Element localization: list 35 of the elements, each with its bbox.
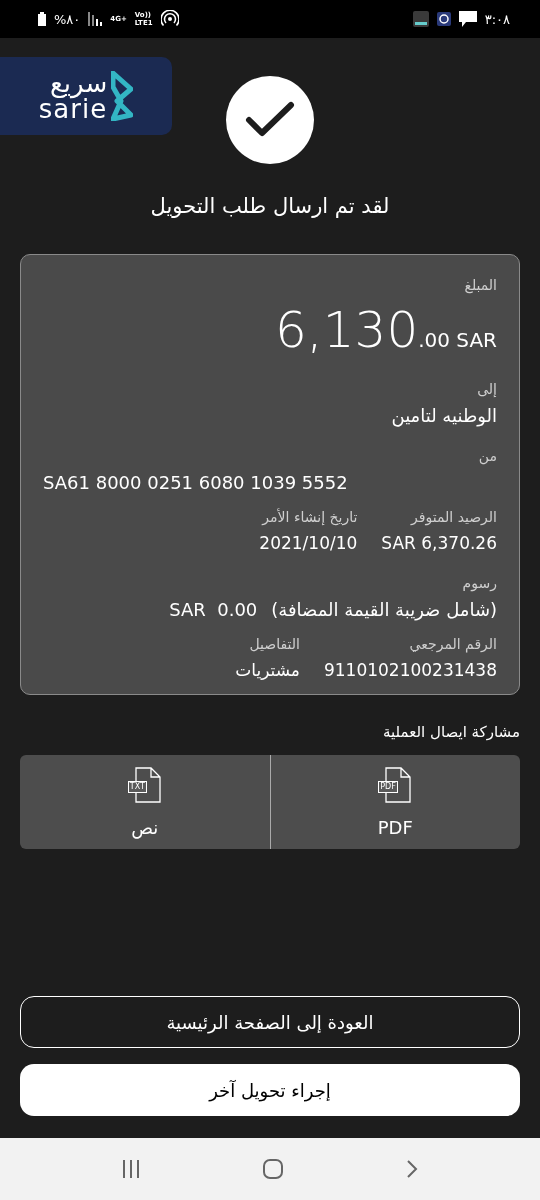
- detail-label: التفاصيل: [248, 636, 300, 652]
- fee-note: (شامل ضريبة القيمة المضافة): [271, 599, 497, 620]
- iban-value: SA61 8000 0251 6080 1039 5552: [43, 472, 349, 493]
- detail-value: مشتريات: [235, 660, 300, 680]
- recipient-label: إلى: [476, 381, 497, 397]
- detail-value: SAR 6,370.26: [381, 533, 497, 553]
- detail-label: الرصيد المتوفر: [409, 509, 497, 525]
- amount-value: 6,130: [275, 301, 419, 359]
- fee-amount: SAR 0.00: [169, 599, 258, 620]
- source-label: من: [477, 448, 497, 464]
- app-icon: [412, 11, 429, 27]
- home-icon[interactable]: [262, 1158, 284, 1180]
- share-receipt-label: مشاركة ايصال العملية: [382, 723, 520, 741]
- logo-mark-icon: [111, 71, 134, 121]
- detail-label: تاريخ إنشاء الأمر: [260, 509, 358, 525]
- battery-icon: [38, 12, 46, 26]
- home-button[interactable]: العودة إلى الصفحة الرئيسية: [20, 996, 520, 1048]
- clock: ٣:٠٨: [484, 11, 510, 27]
- battery-level: %٨٠: [54, 11, 81, 27]
- hotspot-icon: [160, 10, 179, 28]
- message-icon: [458, 11, 477, 27]
- back-icon[interactable]: [405, 1159, 420, 1179]
- recipient-value: الوطنيه لتامين: [390, 405, 497, 426]
- amount-fraction: .00 SAR: [418, 328, 497, 352]
- detail-value: 2021/10/10: [259, 533, 358, 553]
- share-option[interactable]: PDF PDF: [270, 755, 520, 849]
- fee-label: رسوم: [461, 575, 497, 591]
- success-title: لقد تم ارسال طلب التحويل: [149, 194, 391, 218]
- signal-icon: [88, 12, 103, 26]
- app-icon: [436, 12, 451, 26]
- detail-value: 9110102100231438: [323, 660, 497, 680]
- detail-label: الرقم المرجعي: [408, 636, 497, 652]
- amount-label: المبلغ: [463, 277, 497, 293]
- recent-apps-icon[interactable]: [120, 1160, 141, 1178]
- new-transfer-button[interactable]: إجراء تحويل آخر: [20, 1064, 520, 1116]
